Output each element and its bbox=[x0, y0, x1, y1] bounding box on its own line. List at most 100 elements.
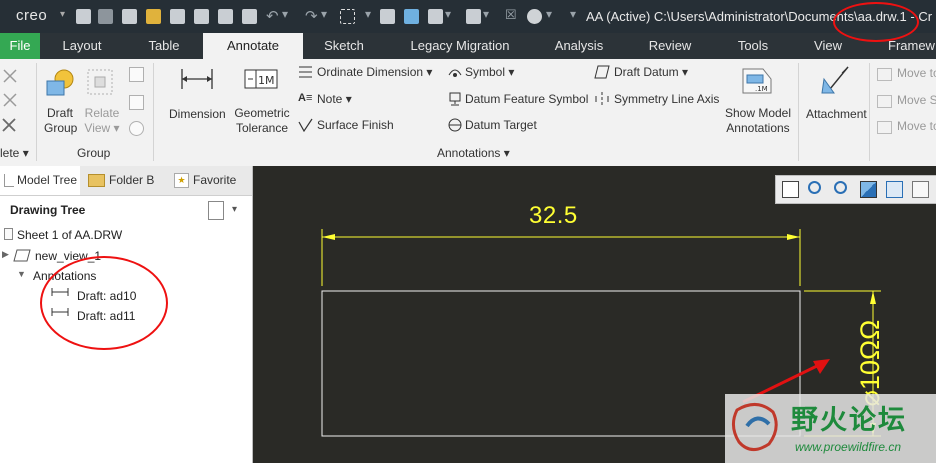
ribbon: lete ▾ Draft Group Relate View ▾ Group D… bbox=[0, 59, 936, 167]
view-icon bbox=[13, 249, 31, 262]
move-to-item-icon[interactable] bbox=[877, 121, 892, 134]
ordinate-dimension-label[interactable]: Ordinate Dimension ▾ bbox=[317, 65, 432, 79]
highlight-ellipse bbox=[40, 256, 168, 350]
move-to-view-icon[interactable] bbox=[877, 68, 892, 81]
tab-folder-browser[interactable]: Folder B bbox=[86, 166, 166, 195]
annotations-group-label[interactable]: Annotations ▾ bbox=[437, 146, 510, 160]
watermark: 野火论坛 www.proewildfire.cn bbox=[725, 394, 936, 463]
chevron-down-icon[interactable]: ▾ bbox=[232, 204, 237, 215]
datum-feature-symbol-label[interactable]: Datum Feature Symbol bbox=[465, 92, 588, 106]
show-model-annotations-icon[interactable]: .1M bbox=[741, 65, 775, 97]
group-settings-icon[interactable] bbox=[129, 121, 144, 136]
open-folder-icon[interactable] bbox=[146, 9, 161, 24]
select-dropdown-icon[interactable]: ▾ bbox=[365, 7, 371, 21]
surface-finish-icon[interactable] bbox=[298, 118, 314, 132]
surface-finish-label[interactable]: Surface Finish bbox=[317, 118, 394, 132]
draft-datum-icon[interactable] bbox=[594, 65, 610, 79]
draft-datum-label[interactable]: Draft Datum ▾ bbox=[614, 65, 688, 79]
update-icon[interactable] bbox=[404, 9, 419, 24]
symmetry-line-axis-label[interactable]: Symmetry Line Axis bbox=[614, 92, 719, 106]
datum-target-label[interactable]: Datum Target bbox=[465, 118, 537, 132]
watermark-logo bbox=[732, 403, 778, 451]
move-to-item-label[interactable]: Move to bbox=[897, 119, 936, 133]
symbol-icon[interactable] bbox=[447, 65, 463, 79]
chevron-down-icon[interactable]: ▾ bbox=[60, 9, 65, 20]
note-label[interactable]: Note ▾ bbox=[317, 92, 352, 106]
tab-table[interactable]: Table bbox=[124, 33, 204, 59]
collapse-arrow-icon[interactable]: ▼ bbox=[17, 269, 26, 279]
highlight-ellipse bbox=[833, 2, 919, 42]
geometric-tolerance-label[interactable]: Geometric Tolerance bbox=[234, 106, 290, 136]
drawing-canvas[interactable]: 32.5 ⌀10ΩΩ 野火论坛 www.proewildfire.cn bbox=[253, 166, 936, 463]
delete-view-icon[interactable] bbox=[2, 91, 20, 109]
appearance-icon[interactable] bbox=[527, 9, 542, 24]
tab-analysis[interactable]: Analysis bbox=[536, 33, 622, 59]
undo-dropdown-icon[interactable]: ▾ bbox=[282, 7, 288, 21]
windows-dropdown-icon[interactable]: ▾ bbox=[483, 7, 489, 21]
tab-annotate[interactable]: Annotate bbox=[203, 33, 303, 59]
tab-tools[interactable]: Tools bbox=[720, 33, 786, 59]
edit-icon[interactable] bbox=[122, 9, 137, 24]
tree-icon bbox=[4, 174, 14, 188]
undo-icon[interactable]: ↶ bbox=[266, 7, 279, 25]
regenerate-icon[interactable] bbox=[380, 9, 395, 24]
ordinate-dimension-icon[interactable] bbox=[298, 65, 314, 79]
tree-settings-icon[interactable] bbox=[208, 201, 224, 220]
tree-item-sheet[interactable]: Sheet 1 of AA.DRW bbox=[17, 228, 122, 242]
move-to-view-label[interactable]: Move to bbox=[897, 66, 936, 80]
geometric-tolerance-icon[interactable]: 1M bbox=[244, 67, 278, 91]
relate-view-label[interactable]: Relate View ▾ bbox=[82, 106, 122, 136]
note-icon[interactable]: A≡ bbox=[298, 92, 312, 104]
dimension-icon[interactable] bbox=[180, 67, 214, 91]
group-option-icon[interactable] bbox=[129, 67, 144, 82]
show-model-annotations-label[interactable]: Show Model Annotations bbox=[724, 106, 792, 136]
backup-icon[interactable] bbox=[218, 9, 233, 24]
save-copy-icon[interactable] bbox=[170, 9, 185, 24]
move-to-sheet-label[interactable]: Move S bbox=[897, 93, 936, 107]
save-icon[interactable] bbox=[242, 9, 257, 24]
title-bar: creo ▾ ↶ ▾ ↷ ▾ ▾ ▾ ▾ ☒ ▾ ▾ AA (Active) C… bbox=[0, 0, 936, 33]
tab-sketch[interactable]: Sketch bbox=[306, 33, 382, 59]
delete-group-label[interactable]: lete ▾ bbox=[0, 146, 29, 160]
symmetry-line-axis-icon[interactable] bbox=[594, 92, 610, 106]
close-window-icon[interactable]: ☒ bbox=[505, 7, 517, 23]
redo-dropdown-icon[interactable]: ▾ bbox=[321, 7, 327, 21]
dimension-label[interactable]: Dimension bbox=[169, 107, 226, 121]
draft-group-icon[interactable] bbox=[44, 67, 76, 99]
tab-file[interactable]: File bbox=[0, 33, 40, 59]
draft-group-label[interactable]: Draft Group bbox=[44, 106, 77, 136]
datum-feature-symbol-icon[interactable] bbox=[447, 92, 463, 106]
delete-icon[interactable] bbox=[1, 117, 19, 135]
ribbon-separator bbox=[153, 63, 154, 161]
delete-items-icon[interactable] bbox=[2, 67, 20, 85]
symbol-label[interactable]: Symbol ▾ bbox=[465, 65, 514, 79]
select-box-icon[interactable] bbox=[340, 9, 355, 24]
datum-target-icon[interactable] bbox=[447, 118, 463, 132]
dimension-horizontal[interactable] bbox=[321, 229, 801, 286]
relate-view-icon[interactable] bbox=[85, 67, 117, 99]
new-model-icon[interactable] bbox=[98, 9, 113, 24]
measure-dropdown-icon[interactable]: ▾ bbox=[445, 7, 451, 21]
dimension-value-horizontal[interactable]: 32.5 bbox=[529, 202, 578, 230]
expand-arrow-icon[interactable]: ▶ bbox=[2, 249, 9, 260]
attachment-label[interactable]: Attachment bbox=[806, 107, 867, 121]
star-icon: ★ bbox=[174, 173, 189, 189]
redo-icon[interactable]: ↷ bbox=[305, 7, 318, 25]
tab-model-tree[interactable]: Model Tree bbox=[0, 166, 80, 195]
quick-access-dropdown-icon[interactable]: ▾ bbox=[570, 7, 576, 21]
move-to-sheet-icon[interactable] bbox=[877, 95, 892, 108]
tab-review[interactable]: Review bbox=[634, 33, 706, 59]
save-all-icon[interactable] bbox=[194, 9, 209, 24]
windows-icon[interactable] bbox=[466, 9, 481, 24]
ungroup-icon[interactable] bbox=[129, 95, 144, 110]
tab-layout[interactable]: Layout bbox=[44, 33, 120, 59]
tab-favorites[interactable]: ★ Favorite bbox=[170, 166, 252, 195]
new-file-icon[interactable] bbox=[76, 9, 91, 24]
ribbon-separator bbox=[798, 63, 799, 161]
measure-icon[interactable] bbox=[428, 9, 443, 24]
tab-legacy-migration[interactable]: Legacy Migration bbox=[392, 33, 528, 59]
group-label: Group bbox=[77, 146, 111, 160]
attachment-icon[interactable] bbox=[820, 65, 852, 99]
appearance-dropdown-icon[interactable]: ▾ bbox=[546, 7, 552, 21]
sheet-icon bbox=[4, 228, 13, 240]
